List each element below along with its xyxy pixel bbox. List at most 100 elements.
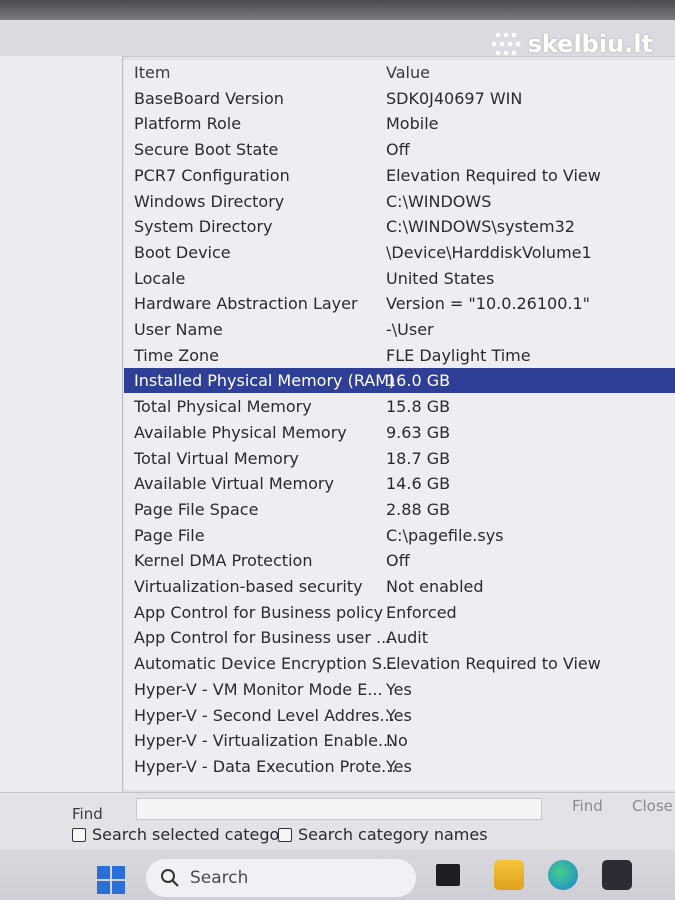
row-item-value: Mobile xyxy=(386,114,439,133)
category-tree-pane[interactable] xyxy=(0,56,123,792)
row-item-value: No xyxy=(386,731,408,750)
watermark-text: skelbiu.lt xyxy=(527,30,653,58)
row-item-value: 14.6 GB xyxy=(386,474,451,493)
row-item-value: Off xyxy=(386,140,410,159)
row-item-value: 2.88 GB xyxy=(386,500,451,519)
row-item-value: 9.63 GB xyxy=(386,423,451,442)
find-button[interactable]: Find xyxy=(572,797,603,815)
row-item-name: Hyper-V - Virtualization Enable... xyxy=(134,731,394,750)
row-item-name: Kernel DMA Protection xyxy=(134,551,313,570)
table-row[interactable]: Boot Device \Device\HarddiskVolume1 xyxy=(124,240,675,265)
row-item-value: C:\pagefile.sys xyxy=(386,526,504,545)
find-bar: Find Find Close Search selected categor … xyxy=(0,792,675,851)
row-item-value: Yes xyxy=(386,757,412,776)
table-row[interactable]: Available Virtual Memory 14.6 GB xyxy=(124,471,675,496)
row-item-name: Virtualization-based security xyxy=(134,577,363,596)
row-item-name: Total Virtual Memory xyxy=(134,449,299,468)
row-item-value: FLE Daylight Time xyxy=(386,346,531,365)
row-item-name: Time Zone xyxy=(134,346,219,365)
row-item-value: Enforced xyxy=(386,603,457,622)
row-item-name: Hyper-V - Data Execution Prote... xyxy=(134,757,397,776)
table-row[interactable]: Locale United States xyxy=(124,266,675,291)
table-row[interactable]: Total Virtual Memory 18.7 GB xyxy=(124,446,675,471)
store-icon[interactable] xyxy=(602,860,632,890)
search-category-names-label: Search category names xyxy=(298,825,488,844)
table-row[interactable]: Kernel DMA Protection Off xyxy=(124,548,675,573)
row-item-value: Yes xyxy=(386,680,412,699)
table-row[interactable]: Platform Role Mobile xyxy=(124,111,675,136)
row-item-name: Installed Physical Memory (RAM) xyxy=(134,371,396,390)
row-item-name: Automatic Device Encryption S... xyxy=(134,654,398,673)
row-item-name: Page File Space xyxy=(134,500,259,519)
row-item-name: Page File xyxy=(134,526,205,545)
table-row[interactable]: Total Physical Memory 15.8 GB xyxy=(124,394,675,419)
taskbar-search-box[interactable]: Search xyxy=(146,859,416,897)
row-item-name: Locale xyxy=(134,269,186,288)
row-item-value: Elevation Required to View xyxy=(386,166,601,185)
row-item-name: Platform Role xyxy=(134,114,242,133)
row-item-value: \Device\HarddiskVolume1 xyxy=(386,243,592,262)
table-row[interactable]: Secure Boot State Off xyxy=(124,137,675,162)
table-row[interactable]: Virtualization-based security Not enabled xyxy=(124,574,675,599)
edge-browser-icon[interactable] xyxy=(548,860,578,890)
row-item-name: BaseBoard Version xyxy=(134,89,284,108)
table-row[interactable]: Available Physical Memory 9.63 GB xyxy=(124,420,675,445)
find-label: Find xyxy=(72,805,103,823)
checkbox-box[interactable] xyxy=(72,827,86,842)
table-row[interactable]: App Control for Business user ... Audit xyxy=(124,625,675,650)
row-item-value: C:\WINDOWS xyxy=(386,192,492,211)
checkbox-box[interactable] xyxy=(278,827,292,842)
row-item-name: User Name xyxy=(134,320,223,339)
search-icon xyxy=(161,869,179,887)
row-item-name: Hardware Abstraction Layer xyxy=(134,294,358,313)
table-row[interactable]: App Control for Business policy Enforced xyxy=(124,600,675,625)
table-row-selected[interactable]: Installed Physical Memory (RAM) 16.0 GB xyxy=(124,368,675,393)
table-row[interactable]: Hyper-V - VM Monitor Mode E... Yes xyxy=(124,677,675,702)
task-view-icon[interactable] xyxy=(436,864,460,886)
close-button[interactable]: Close xyxy=(632,797,673,815)
search-selected-category-label: Search selected categor xyxy=(92,825,286,844)
row-item-name: PCR7 Configuration xyxy=(134,166,290,185)
table-row[interactable]: Hyper-V - Data Execution Prote... Yes xyxy=(124,754,675,779)
details-list[interactable]: Item Value BaseBoard Version SDK0J40697 W… xyxy=(124,60,675,790)
row-item-value: Not enabled xyxy=(386,577,484,596)
table-row[interactable]: Page File Space 2.88 GB xyxy=(124,497,675,522)
table-row[interactable]: User Name -\User xyxy=(124,317,675,342)
column-header-value[interactable]: Value xyxy=(386,60,430,85)
column-header-item[interactable]: Item xyxy=(134,60,170,85)
row-item-value: Version = "10.0.26100.1" xyxy=(386,294,591,313)
row-item-name: Available Virtual Memory xyxy=(134,474,334,493)
windows-start-icon[interactable] xyxy=(96,865,126,895)
row-item-name: App Control for Business policy xyxy=(134,603,384,622)
table-row[interactable]: Time Zone FLE Daylight Time xyxy=(124,343,675,368)
row-item-name: System Directory xyxy=(134,217,273,236)
table-row[interactable]: System Directory C:\WINDOWS\system32 xyxy=(124,214,675,239)
search-category-names-checkbox[interactable]: Search category names xyxy=(278,825,488,844)
file-explorer-icon[interactable] xyxy=(494,860,524,890)
row-item-name: Boot Device xyxy=(134,243,231,262)
row-item-name: Secure Boot State xyxy=(134,140,279,159)
row-item-value: Yes xyxy=(386,706,412,725)
row-item-value: United States xyxy=(386,269,495,288)
table-row[interactable]: PCR7 Configuration Elevation Required to … xyxy=(124,163,675,188)
table-row[interactable]: Hardware Abstraction Layer Version = "10.… xyxy=(124,291,675,316)
taskbar-search-label: Search xyxy=(190,868,249,888)
search-selected-category-checkbox[interactable]: Search selected categor xyxy=(72,825,286,844)
table-row[interactable]: Hyper-V - Virtualization Enable... No xyxy=(124,728,675,753)
row-item-name: Available Physical Memory xyxy=(134,423,347,442)
table-row[interactable]: Page File C:\pagefile.sys xyxy=(124,523,675,548)
find-input[interactable] xyxy=(136,798,542,820)
table-row[interactable]: BaseBoard Version SDK0J40697 WIN xyxy=(124,86,675,111)
list-header[interactable]: Item Value xyxy=(124,60,675,85)
row-item-value: Elevation Required to View xyxy=(386,654,601,673)
table-row[interactable]: Automatic Device Encryption S... Elevatio… xyxy=(124,651,675,676)
table-row[interactable]: Windows Directory C:\WINDOWS xyxy=(124,189,675,214)
row-item-value: 15.8 GB xyxy=(386,397,451,416)
row-item-value: 16.0 GB xyxy=(386,371,451,390)
row-item-name: App Control for Business user ... xyxy=(134,628,392,647)
row-item-value: C:\WINDOWS\system32 xyxy=(386,217,575,236)
row-item-name: Windows Directory xyxy=(134,192,285,211)
screen: skelbiu.lt Item Value BaseBoard Version S… xyxy=(0,0,675,900)
row-item-name: Total Physical Memory xyxy=(134,397,312,416)
table-row[interactable]: Hyper-V - Second Level Addres... Yes xyxy=(124,703,675,728)
